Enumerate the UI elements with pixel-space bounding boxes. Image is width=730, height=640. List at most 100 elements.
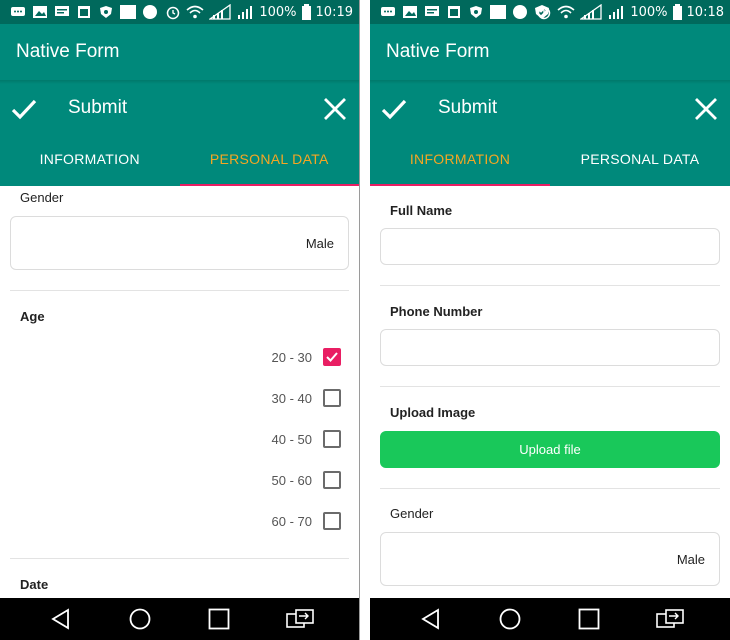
system-icons: 100% 10:19 (165, 3, 353, 21)
nav-back-icon[interactable] (50, 608, 72, 630)
tab-information[interactable]: INFORMATION (0, 134, 180, 186)
battery-icon (301, 4, 311, 20)
upload-image-label: Upload Image (390, 405, 476, 420)
tab-information[interactable]: INFORMATION (370, 134, 550, 186)
signal-2-icon (609, 6, 624, 19)
age-option-row[interactable]: 40 - 50 (272, 429, 341, 449)
check-icon[interactable] (10, 95, 38, 123)
full-name-input[interactable] (380, 228, 720, 265)
nav-recents-icon[interactable] (578, 608, 600, 630)
age-option-row[interactable]: 50 - 60 (272, 470, 341, 490)
nav-home-icon[interactable] (499, 608, 521, 630)
app-title: Native Form (386, 41, 490, 62)
age-checkbox[interactable] (323, 389, 341, 407)
message-icon (11, 7, 25, 16)
age-option-label: 50 - 60 (271, 472, 312, 488)
app-title: Native Form (16, 41, 120, 62)
tab-bar: INFORMATION PERSONAL DATA (370, 134, 730, 186)
tab-personal-data[interactable]: PERSONAL DATA (179, 134, 360, 186)
gender-field[interactable]: Male (10, 216, 349, 270)
app-bar: Native Form (0, 24, 359, 80)
alarm-icon (167, 6, 180, 20)
wifi-icon (557, 5, 575, 19)
gallery-icon (33, 6, 47, 18)
form-content[interactable]: Full Name Phone Number Upload Image Uplo… (370, 186, 730, 598)
notification-icons (10, 4, 158, 20)
screen-gap (360, 0, 370, 640)
nav-back-icon[interactable] (420, 608, 442, 630)
chat-icon (425, 6, 439, 16)
age-option-row[interactable]: 30 - 40 (272, 388, 341, 408)
nav-switch-icon[interactable] (656, 608, 684, 630)
age-checkbox[interactable] (323, 430, 341, 448)
right-screen: 100% 10:18 Native Form Submit INFORMATIO… (370, 0, 730, 640)
clock-text: 10:18 (686, 4, 724, 20)
nav-recents-icon[interactable] (208, 608, 230, 630)
divider (380, 488, 720, 489)
screen-separator (359, 0, 360, 640)
battery-text: 100% (630, 4, 668, 20)
close-icon[interactable] (323, 97, 347, 121)
status-bar: 100% 10:19 (0, 0, 359, 24)
tab-personal-data[interactable]: PERSONAL DATA (550, 134, 730, 186)
square-icon (120, 5, 136, 19)
age-checkbox[interactable] (323, 512, 341, 530)
alarm-icon (538, 6, 551, 20)
age-option-label: 20 - 30 (271, 349, 312, 365)
phone-number-input[interactable] (380, 329, 720, 366)
upload-file-button[interactable]: Upload file (380, 431, 720, 468)
age-option-label: 60 - 70 (271, 513, 312, 529)
action-bar: Submit (0, 84, 359, 134)
age-option-label: 40 - 50 (271, 431, 312, 447)
checkmark-icon (326, 352, 338, 362)
nav-home-icon[interactable] (129, 608, 151, 630)
divider (380, 285, 720, 286)
circle-icon (513, 5, 527, 19)
gallery-icon (403, 6, 417, 18)
nav-switch-icon[interactable] (286, 608, 314, 630)
full-name-label: Full Name (390, 203, 453, 218)
submit-label[interactable]: Submit (68, 97, 127, 119)
form-content[interactable]: Gender Male Age 20 - 30 30 - 40 40 - 50 (0, 186, 359, 598)
age-option-row[interactable]: 60 - 70 (272, 511, 341, 531)
gender-value: Male (305, 236, 334, 251)
age-option-label: 30 - 40 (271, 390, 312, 406)
page: 100% 10:19 Native Form Submit INFORMATIO… (0, 0, 730, 640)
left-screen: 100% 10:19 Native Form Submit INFORMATIO… (0, 0, 359, 640)
age-option-row[interactable]: 20 - 30 (272, 347, 341, 367)
action-bar: Submit (370, 84, 730, 134)
battery-text: 100% (259, 4, 297, 20)
signal-icon (209, 4, 232, 20)
status-bar: 100% 10:18 (370, 0, 730, 24)
notification-icons (380, 4, 550, 20)
wifi-icon (186, 5, 204, 19)
shield-icon (100, 6, 112, 18)
calendar-icon (448, 6, 460, 18)
gender-field[interactable]: Male (380, 532, 720, 586)
age-checkbox[interactable] (323, 471, 341, 489)
nav-bar (370, 598, 730, 640)
app-bar: Native Form (370, 24, 730, 80)
nav-bar (0, 598, 359, 640)
circle-icon (143, 5, 157, 19)
submit-label[interactable]: Submit (438, 97, 497, 119)
phone-number-label: Phone Number (390, 304, 483, 319)
tab-bar: INFORMATION PERSONAL DATA (0, 134, 359, 186)
gender-value: Male (676, 552, 705, 567)
age-checkbox[interactable] (323, 348, 341, 366)
calendar-icon (78, 6, 90, 18)
system-icons: 100% 10:18 (536, 3, 724, 21)
divider (380, 386, 720, 387)
clock-text: 10:19 (315, 4, 353, 20)
signal-icon (580, 4, 603, 20)
message-icon (381, 7, 395, 16)
shield-icon (470, 6, 482, 18)
chat-icon (55, 6, 69, 16)
divider (10, 558, 349, 559)
gender-label: Gender (390, 506, 434, 521)
divider (10, 290, 349, 291)
check-icon[interactable] (380, 95, 408, 123)
age-label: Age (20, 309, 45, 324)
close-icon[interactable] (694, 97, 718, 121)
square-icon (490, 5, 506, 19)
